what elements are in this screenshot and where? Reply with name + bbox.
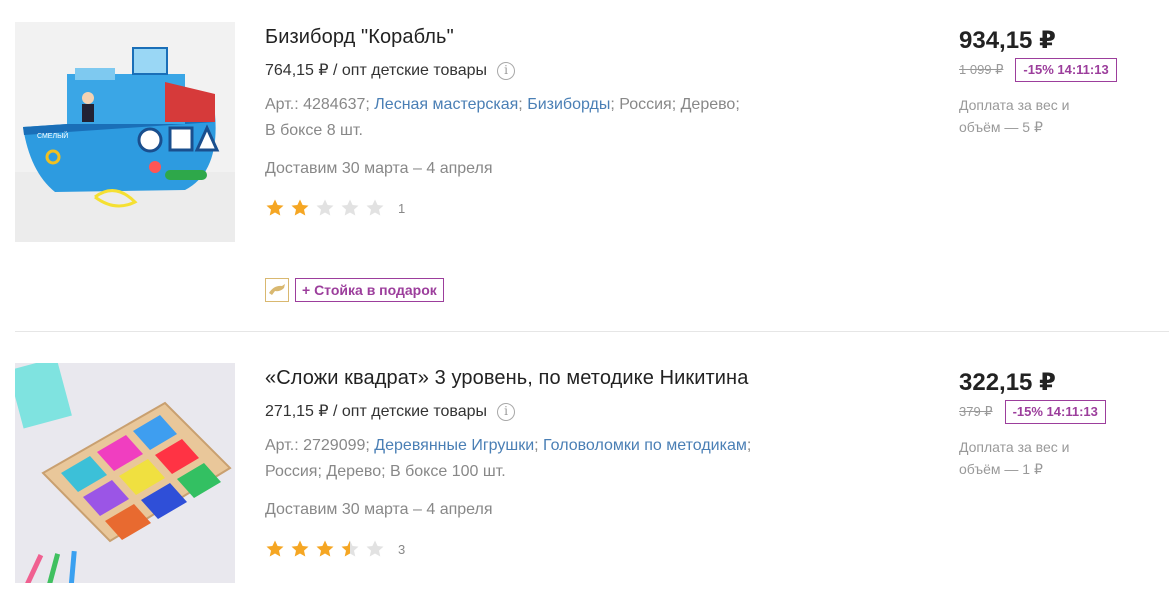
brand-link[interactable]: Лесная мастерская: [374, 96, 518, 113]
info-icon[interactable]: i: [497, 62, 516, 80]
box-quantity: В боксе 8 шт.: [265, 122, 363, 139]
product-title[interactable]: Бизиборд "Корабль": [265, 24, 865, 50]
category-link[interactable]: Бизиборды: [527, 96, 610, 113]
category-link[interactable]: Головоломки по методикам: [543, 437, 747, 454]
dolphin-icon[interactable]: [265, 278, 289, 302]
product-attributes: Арт.: 4284637; Лесная мастерская; Бизибо…: [265, 96, 740, 139]
wholesale-price-row: 271,15 ₽ / опт детские товары i: [265, 401, 865, 423]
old-price-row: 1 099 ₽ -15% 14:11:13: [959, 58, 1159, 82]
star-icon: [315, 198, 335, 218]
price-block: 934,15 ₽ 1 099 ₽ -15% 14:11:13 Доплата з…: [959, 26, 1159, 138]
rating-count[interactable]: 3: [398, 542, 405, 557]
product-image[interactable]: СМЕЛЫЙ: [15, 22, 235, 242]
star-icon: [265, 198, 285, 218]
product-card: СМЕЛЫЙ Бизиборд "Корабль" 764,15 ₽ / опт…: [0, 0, 1169, 331]
current-price: 934,15 ₽: [959, 27, 1056, 54]
price-block: 322,15 ₽ 379 ₽ -15% 14:11:13 Доплата за …: [959, 368, 1159, 480]
box-quantity: Россия; Дерево; В боксе 100 шт.: [265, 463, 506, 480]
attributes-tail: ; Россия; Дерево;: [610, 96, 740, 113]
product-title[interactable]: «Сложи квадрат» 3 уровень, по методике Н…: [265, 365, 865, 391]
star-icon: [315, 539, 335, 559]
product-image[interactable]: [15, 363, 235, 583]
star-icon: [290, 198, 310, 218]
delivery-dates: Доставим 30 марта – 4 апреля: [265, 160, 493, 177]
svg-text:СМЕЛЫЙ: СМЕЛЫЙ: [37, 131, 68, 140]
wholesale-price-row: 764,15 ₽ / опт детские товары i: [265, 60, 865, 82]
brand-link[interactable]: Деревянные Игрушки: [374, 437, 534, 454]
rating: 1: [265, 198, 865, 218]
star-icon: [340, 198, 360, 218]
old-price-row: 379 ₽ -15% 14:11:13: [959, 400, 1159, 424]
article-number: Арт.: 2729099;: [265, 437, 370, 454]
star-icon: [340, 539, 360, 559]
delivery-dates: Доставим 30 марта – 4 апреля: [265, 501, 493, 518]
wholesale-price: 764,15 ₽ / опт детские товары: [265, 62, 488, 79]
old-price: 1 099 ₽: [959, 62, 1004, 77]
star-icon: [265, 539, 285, 559]
gift-promo-badge[interactable]: + Стойка в подарок: [295, 278, 444, 302]
product-card: «Сложи квадрат» 3 уровень, по методике Н…: [0, 333, 1169, 604]
weight-surcharge: Доплата за вес и объём — 1 ₽: [959, 439, 1070, 477]
promo-row: + Стойка в подарок: [265, 278, 444, 302]
current-price: 322,15 ₽: [959, 369, 1056, 396]
ship-busyboard-photo: СМЕЛЫЙ: [15, 22, 235, 242]
star-icon: [365, 198, 385, 218]
discount-timer-badge: -15% 14:11:13: [1004, 400, 1106, 424]
weight-surcharge: Доплата за вес и объём — 5 ₽: [959, 97, 1070, 135]
star-icon: [290, 539, 310, 559]
rating: 3: [265, 539, 865, 559]
article-number: Арт.: 4284637;: [265, 96, 370, 113]
discount-timer-badge: -15% 14:11:13: [1015, 58, 1117, 82]
product-attributes: Арт.: 2729099; Деревянные Игрушки; Голов…: [265, 437, 752, 480]
wholesale-price: 271,15 ₽ / опт детские товары: [265, 403, 488, 420]
info-icon[interactable]: i: [497, 403, 516, 421]
rating-count[interactable]: 1: [398, 201, 405, 216]
divider: [15, 331, 1169, 332]
square-puzzle-photo: [15, 363, 235, 583]
old-price: 379 ₽: [959, 404, 993, 419]
rating-stars: [265, 198, 390, 218]
star-icon: [365, 539, 385, 559]
rating-stars: [265, 539, 390, 559]
